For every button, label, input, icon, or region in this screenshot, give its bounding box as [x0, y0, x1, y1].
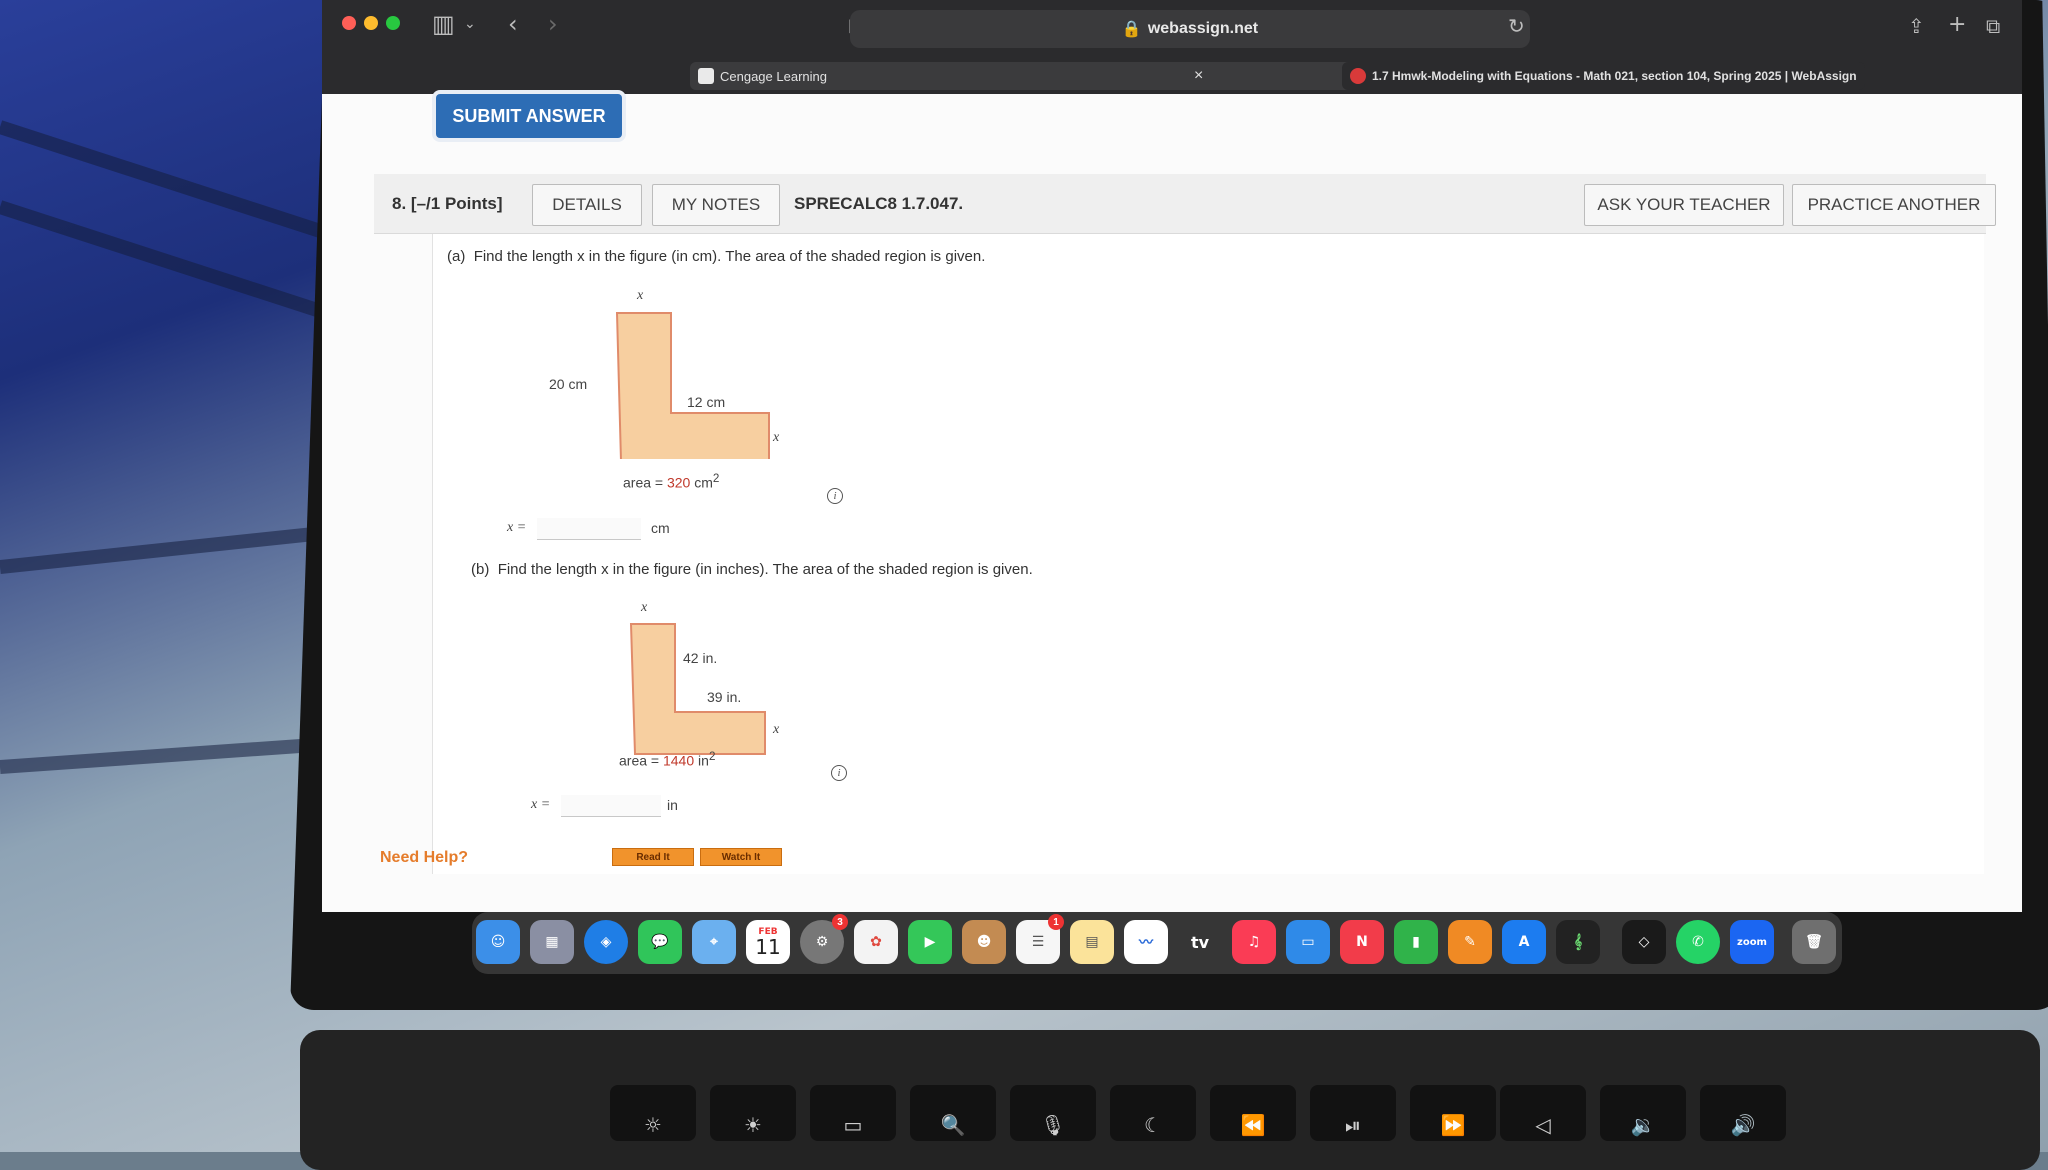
- part-a-answer-input[interactable]: [537, 518, 641, 540]
- launchpad-icon[interactable]: ▦: [530, 920, 574, 964]
- webassign-icon: [1350, 68, 1366, 84]
- question-number: 8. [–/1 Points]: [392, 194, 503, 213]
- read-it-button[interactable]: Read It: [612, 848, 694, 866]
- tab-label: 1.7 Hmwk-Modeling with Equations - Math …: [1372, 69, 1857, 83]
- part-b-top-x-label: x: [641, 600, 648, 615]
- part-a-top-x-label: x: [637, 288, 644, 303]
- need-help-label: Need Help?: [380, 849, 469, 866]
- share-icon[interactable]: ⇪: [1908, 14, 1925, 38]
- sidebar-icon[interactable]: ▥: [432, 10, 455, 38]
- macos-dock: ☺ ▦ ◈ 💬 ⌖ FEB 11 ⚙ 3 ✿ ▶ ☻ ☰ 1 ▤ 〰 tv ♫ …: [472, 912, 1842, 974]
- details-button[interactable]: DETAILS: [532, 184, 642, 226]
- trash-icon[interactable]: 🗑: [1792, 920, 1836, 964]
- whatsapp-icon[interactable]: ✆: [1676, 920, 1720, 964]
- settings-badge: 3: [832, 914, 848, 930]
- part-b-prompt: (b) Find the length x in the figure (in …: [471, 561, 1033, 578]
- keynote-icon[interactable]: ▭: [1286, 920, 1330, 964]
- dictation-key[interactable]: 🎙: [1010, 1085, 1096, 1141]
- watch-it-button[interactable]: Watch It: [700, 848, 782, 866]
- volume-up-key[interactable]: 🔊: [1700, 1085, 1786, 1141]
- my-notes-button[interactable]: MY NOTES: [652, 184, 780, 226]
- cengage-icon: [698, 68, 714, 84]
- contacts-icon[interactable]: ☻: [962, 920, 1006, 964]
- part-b-area-label: area = 1440 in2: [619, 750, 716, 769]
- part-a-right-x-label: x: [773, 430, 780, 445]
- close-tab-icon[interactable]: ×: [1186, 62, 1211, 90]
- garageband-icon[interactable]: 𝄞: [1556, 920, 1600, 964]
- forward-icon[interactable]: ›: [548, 10, 558, 38]
- facetime-icon[interactable]: ▶: [908, 920, 952, 964]
- safari-icon[interactable]: ◈: [584, 920, 628, 964]
- maps-icon[interactable]: ⌖: [692, 920, 736, 964]
- info-icon[interactable]: i: [831, 765, 847, 781]
- play-pause-key[interactable]: ⏯: [1310, 1085, 1396, 1141]
- practice-another-button[interactable]: PRACTICE ANOTHER: [1792, 184, 1996, 226]
- tv-label: tv: [1190, 932, 1210, 952]
- freeform-icon[interactable]: 〰: [1124, 920, 1168, 964]
- brightness-down-key[interactable]: ☼: [610, 1085, 696, 1141]
- new-tab-icon[interactable]: +: [1948, 12, 1966, 37]
- finder-icon[interactable]: ☺: [476, 920, 520, 964]
- submit-answer-button[interactable]: SUBMIT ANSWER: [436, 94, 622, 138]
- zoom-window-button[interactable]: [386, 16, 400, 30]
- music-icon[interactable]: ♫: [1232, 920, 1276, 964]
- url-text: webassign.net: [1147, 20, 1259, 37]
- chevron-down-icon[interactable]: ⌄: [464, 16, 476, 32]
- mission-control-key[interactable]: ▭: [810, 1085, 896, 1141]
- question-code: SPRECALC8 1.7.047.: [794, 194, 964, 213]
- brightness-up-key[interactable]: ☀: [710, 1085, 796, 1141]
- part-a-area-label: area = 320 cm2: [623, 472, 720, 491]
- webassign-page: SUBMIT ANSWER 8. [–/1 Points] DETAILS MY…: [322, 94, 2022, 912]
- fast-forward-key[interactable]: ⏩: [1410, 1085, 1496, 1141]
- part-b-right-x-label: x: [773, 722, 780, 737]
- part-a-side-label: 20 cm: [549, 376, 588, 392]
- numbers-icon[interactable]: ▮: [1394, 920, 1438, 964]
- part-b-answer-var: x =: [531, 797, 551, 812]
- do-not-disturb-key[interactable]: ☾: [1110, 1085, 1196, 1141]
- part-a-prompt: (a) Find the length x in the figure (in …: [447, 248, 986, 265]
- zoom-label: zoom: [1737, 936, 1767, 948]
- part-a-answer-unit: cm: [651, 520, 670, 536]
- lock-icon: 🔒: [1121, 21, 1142, 38]
- close-window-button[interactable]: [342, 16, 356, 30]
- tab-label: Cengage Learning: [720, 68, 827, 84]
- part-b-inner-label: 39 in.: [707, 689, 742, 705]
- zoom-icon[interactable]: zoom: [1730, 920, 1774, 964]
- mute-key[interactable]: ◁: [1500, 1085, 1586, 1141]
- minimize-window-button[interactable]: [364, 16, 378, 30]
- notes-icon[interactable]: ▤: [1070, 920, 1114, 964]
- reminders-badge: 1: [1048, 914, 1064, 930]
- part-a-l-shape-figure: [615, 312, 770, 459]
- part-a-inner-label: 12 cm: [687, 394, 726, 410]
- tab-webassign[interactable]: 1.7 Hmwk-Modeling with Equations - Math …: [1342, 62, 1865, 90]
- pages-icon[interactable]: ✎: [1448, 920, 1492, 964]
- apple-tv-icon[interactable]: tv: [1178, 920, 1222, 964]
- part-b-answer-input[interactable]: [561, 795, 661, 817]
- safari-window: ▥ ⌄ ‹ › ▤ 🔒 webassign.net ↻ ⇪ + ⧉ Cengag…: [322, 0, 2022, 912]
- part-a-answer-var: x =: [507, 520, 527, 535]
- part-b-answer-unit: in: [667, 797, 678, 813]
- question-body: (a) Find the length x in the figure (in …: [432, 234, 1984, 874]
- tab-overview-icon[interactable]: ⧉: [1986, 14, 2000, 38]
- back-icon[interactable]: ‹: [508, 10, 518, 38]
- part-b-l-shape-figure: [629, 623, 766, 755]
- shortcuts-icon[interactable]: ◇: [1622, 920, 1666, 964]
- address-bar[interactable]: 🔒 webassign.net: [850, 10, 1530, 48]
- rewind-key[interactable]: ⏪: [1210, 1085, 1296, 1141]
- tab-bar: Cengage Learning × 1.7 Hmwk-Modeling wit…: [322, 58, 2022, 94]
- browser-toolbar: ▥ ⌄ ‹ › ▤ 🔒 webassign.net ↻ ⇪ + ⧉: [322, 0, 2022, 58]
- calendar-icon[interactable]: FEB 11: [746, 920, 790, 964]
- app-store-icon[interactable]: A: [1502, 920, 1546, 964]
- question-header: 8. [–/1 Points] DETAILS MY NOTES SPRECAL…: [374, 174, 1996, 234]
- part-b-side-label: 42 in.: [683, 650, 718, 666]
- volume-down-key[interactable]: 🔉: [1600, 1085, 1686, 1141]
- spotlight-key[interactable]: 🔍: [910, 1085, 996, 1141]
- calendar-day: 11: [755, 934, 781, 959]
- ask-your-teacher-button[interactable]: ASK YOUR TEACHER: [1584, 184, 1784, 226]
- messages-icon[interactable]: 💬: [638, 920, 682, 964]
- info-icon[interactable]: i: [827, 488, 843, 504]
- photos-icon[interactable]: ✿: [854, 920, 898, 964]
- news-icon[interactable]: N: [1340, 920, 1384, 964]
- reload-icon[interactable]: ↻: [1508, 14, 1525, 38]
